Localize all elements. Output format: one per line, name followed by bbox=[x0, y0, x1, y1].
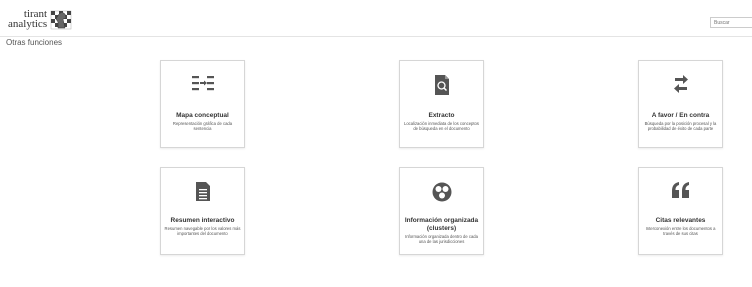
document-list-icon bbox=[195, 182, 210, 201]
card-mapa-conceptual[interactable]: Mapa conceptual Representación gráfica d… bbox=[160, 60, 245, 148]
quote-icon bbox=[671, 182, 689, 198]
card-citas-relevantes[interactable]: Citas relevantes Interconexión entre los… bbox=[638, 167, 723, 255]
clusters-icon bbox=[432, 182, 451, 202]
card-extracto[interactable]: Extracto Localización inmediata de los c… bbox=[399, 60, 484, 148]
card-informacion-organizada[interactable]: Información organizada (clusters) Inform… bbox=[399, 167, 484, 255]
card-title: Información organizada (clusters) bbox=[404, 217, 479, 232]
card-title: Mapa conceptual bbox=[176, 112, 229, 119]
logo-line2: analytics bbox=[8, 18, 48, 30]
logo-text: tirant analytics bbox=[8, 9, 48, 30]
card-title: Resumen interactivo bbox=[170, 217, 235, 224]
card-title: A favor / En contra bbox=[651, 112, 710, 119]
card-a-favor-en-contra[interactable]: A favor / En contra Búsqueda por la posi… bbox=[638, 60, 723, 148]
search-document-icon bbox=[434, 75, 449, 95]
card-description: Representación gráfica de cada sentencia bbox=[172, 121, 233, 131]
card-description: Localización inmediata de los conceptos … bbox=[404, 121, 479, 131]
logo-knight-icon bbox=[50, 10, 72, 30]
card-description: Interconexión entre los documentos a tra… bbox=[645, 226, 716, 236]
card-description: Búsqueda por la posición procesal y la p… bbox=[644, 121, 717, 131]
logo[interactable]: tirant analytics bbox=[8, 5, 72, 33]
concept-map-icon bbox=[191, 76, 214, 91]
card-description: Resumen navegable por los valores más im… bbox=[164, 226, 241, 236]
card-title: Extracto bbox=[428, 112, 455, 119]
header-divider bbox=[0, 36, 752, 37]
card-description: Información organizada dentro de cada un… bbox=[405, 234, 478, 244]
search-input[interactable] bbox=[710, 17, 752, 28]
page-title: Otras funciones bbox=[6, 38, 63, 47]
card-title: Citas relevantes bbox=[655, 217, 706, 224]
card-resumen-interactivo[interactable]: Resumen interactivo Resumen navegable po… bbox=[160, 167, 245, 255]
top-bar: tirant analytics bbox=[0, 0, 752, 36]
exchange-arrows-icon bbox=[673, 75, 688, 93]
